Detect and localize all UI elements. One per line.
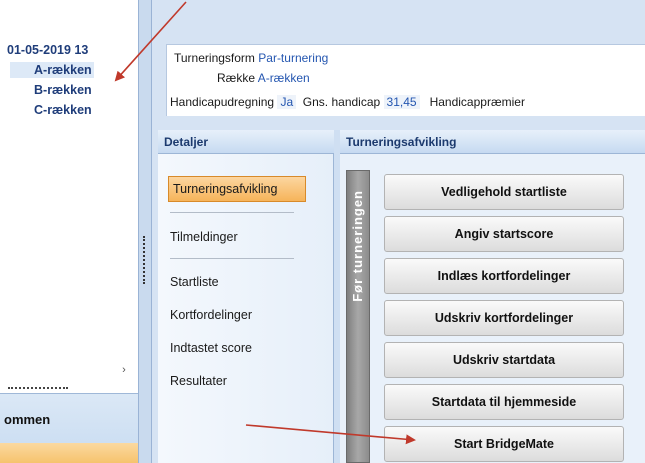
navigation-bar-label: ommen (4, 412, 51, 427)
start-bridgemate-button[interactable]: Start BridgeMate (384, 426, 624, 462)
tournament-form-value: Par-turnering (258, 51, 329, 65)
details-section: Detaljer Turneringsafvikling Turneringsa… (158, 130, 645, 463)
tree-item-label: B-rækken (34, 83, 92, 97)
nav-startliste[interactable]: Startliste (170, 273, 219, 291)
nav-divider (170, 212, 294, 213)
import-card-distributions-button[interactable]: Indlæs kortfordelinger (384, 258, 624, 294)
splitter-grip[interactable] (143, 236, 146, 284)
main-area: Turneringsform Par-turnering Række A-ræk… (152, 0, 645, 463)
avg-handicap-label: Gns. handicap (302, 95, 381, 109)
tree-date-node[interactable]: 01-05-2019 13 (7, 43, 88, 57)
tree-item-label: C-rækken (34, 103, 92, 117)
handicap-calc-value: Ja (277, 95, 297, 109)
vertical-splitter[interactable] (138, 0, 152, 463)
avg-handicap-value: 31,45 (383, 95, 420, 109)
tournament-tree: 01-05-2019 13 A-rækken B-rækken C-rækken… (0, 0, 138, 385)
row-value: A-rækken (257, 71, 310, 85)
handicap-calc-label: Handicapudregning (170, 95, 275, 109)
nav-turneringsafvikling[interactable]: Turneringsafvikling (168, 176, 306, 202)
details-nav: Turneringsafvikling Tilmeldinger Startli… (158, 154, 334, 463)
print-card-distributions-button[interactable]: Udskriv kortfordelinger (384, 300, 624, 336)
tab-foer-turneringen[interactable]: Før turneringen (346, 170, 370, 463)
vertical-tab-label: Før turneringen (350, 190, 365, 302)
people-icon (10, 83, 32, 97)
tree-item-c-raekken[interactable]: C-rækken (10, 102, 92, 118)
info-row-form: Turneringsform Par-turnering (174, 51, 328, 65)
info-row-row: Række A-rækken (217, 71, 310, 85)
navigation-bar-selected[interactable] (0, 443, 144, 463)
tournament-info-panel: Turneringsform Par-turnering Række A-ræk… (166, 44, 645, 116)
tree-item-a-raekken[interactable]: A-rækken (10, 62, 94, 78)
nav-tilmeldinger[interactable]: Tilmeldinger (170, 228, 238, 246)
info-row-handicap: Handicapudregning Ja Gns. handicap 31,45… (170, 95, 525, 109)
people-icon (10, 63, 32, 77)
row-label: Række (217, 71, 256, 85)
tournament-form-label: Turneringsform (174, 51, 255, 65)
nav-kortfordelinger[interactable]: Kortfordelinger (170, 306, 252, 324)
people-icon (10, 103, 32, 117)
details-header: Detaljer (158, 130, 334, 154)
scroll-right-icon[interactable]: › (118, 364, 130, 376)
handicap-prizes-label: Handicappræmier (429, 95, 525, 109)
nav-indtastet-score[interactable]: Indtastet score (170, 339, 252, 357)
set-startscore-button[interactable]: Angiv startscore (384, 216, 624, 252)
horizontal-splitter-grip[interactable] (8, 387, 68, 389)
nav-resultater[interactable]: Resultater (170, 372, 227, 390)
nav-divider (170, 258, 294, 259)
tree-item-label: A-rækken (34, 63, 92, 77)
tree-item-b-raekken[interactable]: B-rækken (10, 82, 92, 98)
startdata-to-website-button[interactable]: Startdata til hjemmeside (384, 384, 624, 420)
maintain-startlist-button[interactable]: Vedligehold startliste (384, 174, 624, 210)
panel-header: Turneringsafvikling (340, 130, 645, 154)
action-panel: Før turneringen Vedligehold startliste A… (340, 154, 645, 463)
print-startdata-button[interactable]: Udskriv startdata (384, 342, 624, 378)
